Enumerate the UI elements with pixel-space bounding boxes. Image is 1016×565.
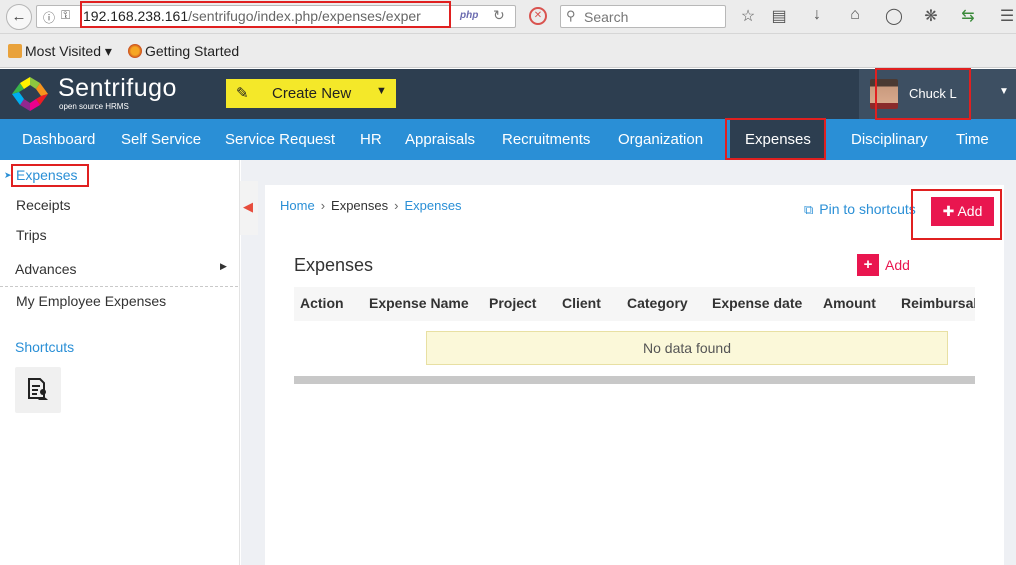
folder-icon	[8, 44, 22, 58]
nav-organization[interactable]: Organization	[618, 119, 703, 160]
table-header: Action Expense Name Project Client Categ…	[294, 287, 975, 321]
column-header[interactable]: Expense Name	[369, 295, 469, 311]
nav-expenses[interactable]: Expenses	[730, 119, 826, 160]
block-icon[interactable]: ✕	[529, 7, 547, 25]
url-host: 192.168.238.161	[83, 8, 189, 24]
key-icon: ⚿	[61, 8, 71, 22]
column-header[interactable]: Project	[489, 295, 536, 311]
search-icon: ⚲	[566, 8, 576, 23]
bookmark-label: Most Visited	[25, 43, 101, 59]
avatar	[870, 79, 898, 109]
empty-state-message: No data found	[426, 331, 948, 365]
home-icon[interactable]: ⌂	[845, 6, 865, 24]
url-path: /sentrifugo/index.php/expenses/exper	[188, 8, 421, 24]
bookmark-star-icon[interactable]: ☆	[738, 6, 758, 26]
logo-subtitle: open source HRMS	[59, 102, 129, 111]
plus-icon: +	[857, 254, 879, 276]
column-header[interactable]: Reimbursab	[901, 295, 975, 311]
php-badge: php	[460, 10, 479, 21]
plus-icon: ✚	[942, 203, 955, 219]
column-header[interactable]: Expense date	[712, 295, 802, 311]
breadcrumb: Home › Expenses › Expenses	[280, 198, 462, 213]
user-name: Chuck L	[909, 86, 957, 101]
user-menu[interactable]: Chuck L ▼	[859, 69, 1016, 119]
pin-label: Pin to shortcuts	[819, 201, 916, 217]
download-icon[interactable]: ↓	[807, 6, 827, 24]
add-expense-label: Add	[885, 257, 910, 273]
url-bar[interactable]: ⓘ ⚿ 192.168.238.161/sentrifugo/index.php…	[36, 5, 516, 28]
active-indicator-icon: ➤	[4, 170, 12, 180]
app-header: Sentrifugo open source HRMS ✎ Create New…	[0, 69, 1016, 119]
sidebar-item-my-employee-expenses[interactable]: My Employee Expenses	[16, 293, 166, 309]
nav-hr[interactable]: HR	[360, 119, 382, 160]
sidebar-item-expenses[interactable]: Expenses	[16, 167, 77, 183]
url-text[interactable]: 192.168.238.161/sentrifugo/index.php/exp…	[83, 8, 443, 24]
breadcrumb-separator: ›	[394, 198, 399, 213]
sync-arrows-icon[interactable]: ⇆	[958, 6, 978, 26]
firefox-icon	[128, 44, 142, 58]
breadcrumb-home[interactable]: Home	[280, 198, 315, 213]
column-header[interactable]: Client	[562, 295, 601, 311]
column-header[interactable]: Amount	[823, 295, 876, 311]
sentrifugo-logo-icon	[12, 77, 48, 111]
sidebar-item-receipts[interactable]: Receipts	[16, 197, 70, 213]
breadcrumb-parent: Expenses	[331, 198, 389, 213]
sidebar-collapse-toggle[interactable]: ◀	[240, 181, 258, 235]
breadcrumb-current[interactable]: Expenses	[404, 198, 461, 213]
add-label: Add	[957, 203, 983, 219]
sidebar-item-advances[interactable]: Advances	[15, 261, 76, 277]
pin-to-shortcuts-link[interactable]: ⧉ Pin to shortcuts	[804, 201, 916, 218]
column-header: Action	[300, 295, 344, 311]
sidebar: ➤ Expenses Receipts Trips Advances ▶ My …	[0, 160, 240, 565]
expense-report-icon	[28, 378, 48, 400]
shortcuts-heading: Shortcuts	[15, 339, 75, 355]
caret-left-icon: ◀	[243, 199, 253, 214]
menu-icon[interactable]: ☰	[997, 6, 1016, 26]
nav-dashboard[interactable]: Dashboard	[22, 119, 95, 160]
add-button[interactable]: ✚ Add	[931, 197, 994, 226]
bookmarks-bar: Most Visited ▾ Getting Started	[0, 34, 1016, 68]
shortcut-expenses-tile[interactable]	[15, 367, 61, 413]
reading-list-icon[interactable]: ▤	[769, 6, 789, 26]
create-new-button[interactable]: ✎ Create New ▼	[226, 79, 396, 108]
reload-icon[interactable]: ↻	[493, 7, 505, 24]
nav-time[interactable]: Time	[956, 119, 989, 160]
horizontal-scrollbar[interactable]	[294, 376, 975, 384]
nav-disciplinary[interactable]: Disciplinary	[851, 119, 928, 160]
search-placeholder: Search	[584, 9, 629, 25]
pocket-icon[interactable]: ◯	[884, 6, 904, 26]
nav-service-request[interactable]: Service Request	[225, 119, 335, 160]
bookmark-label: Getting Started	[145, 43, 240, 59]
sidebar-item-trips[interactable]: Trips	[16, 227, 47, 243]
pencil-icon: ✎	[236, 85, 249, 102]
chevron-down-icon: ▼	[376, 85, 387, 97]
add-expense-button[interactable]: + Add	[857, 254, 910, 276]
breadcrumb-separator: ›	[320, 198, 326, 213]
browser-toolbar: ← ⓘ ⚿ 192.168.238.161/sentrifugo/index.p…	[0, 0, 1016, 34]
extension-icon[interactable]: ❋	[921, 6, 941, 26]
main-panel	[265, 185, 1004, 565]
chevron-down-icon: ▼	[999, 86, 1009, 97]
browser-search-box[interactable]: ⚲ Search	[560, 5, 726, 28]
main-nav: Dashboard Self Service Service Request H…	[0, 119, 1016, 160]
bookmark-most-visited[interactable]: Most Visited ▾	[8, 43, 112, 60]
column-header[interactable]: Category	[627, 295, 688, 311]
section-title: Expenses	[294, 255, 374, 275]
back-button[interactable]: ←	[6, 4, 32, 30]
share-icon: ⧉	[804, 202, 814, 217]
info-icon[interactable]: ⓘ	[43, 9, 55, 26]
bookmark-getting-started[interactable]: Getting Started	[128, 43, 239, 59]
nav-self-service[interactable]: Self Service	[121, 119, 201, 160]
nav-appraisals[interactable]: Appraisals	[405, 119, 475, 160]
caret-right-icon[interactable]: ▶	[220, 261, 227, 272]
sidebar-divider	[0, 286, 238, 287]
create-new-label: Create New	[272, 85, 352, 102]
nav-recruitments[interactable]: Recruitments	[502, 119, 590, 160]
logo-title: Sentrifugo	[58, 74, 177, 102]
